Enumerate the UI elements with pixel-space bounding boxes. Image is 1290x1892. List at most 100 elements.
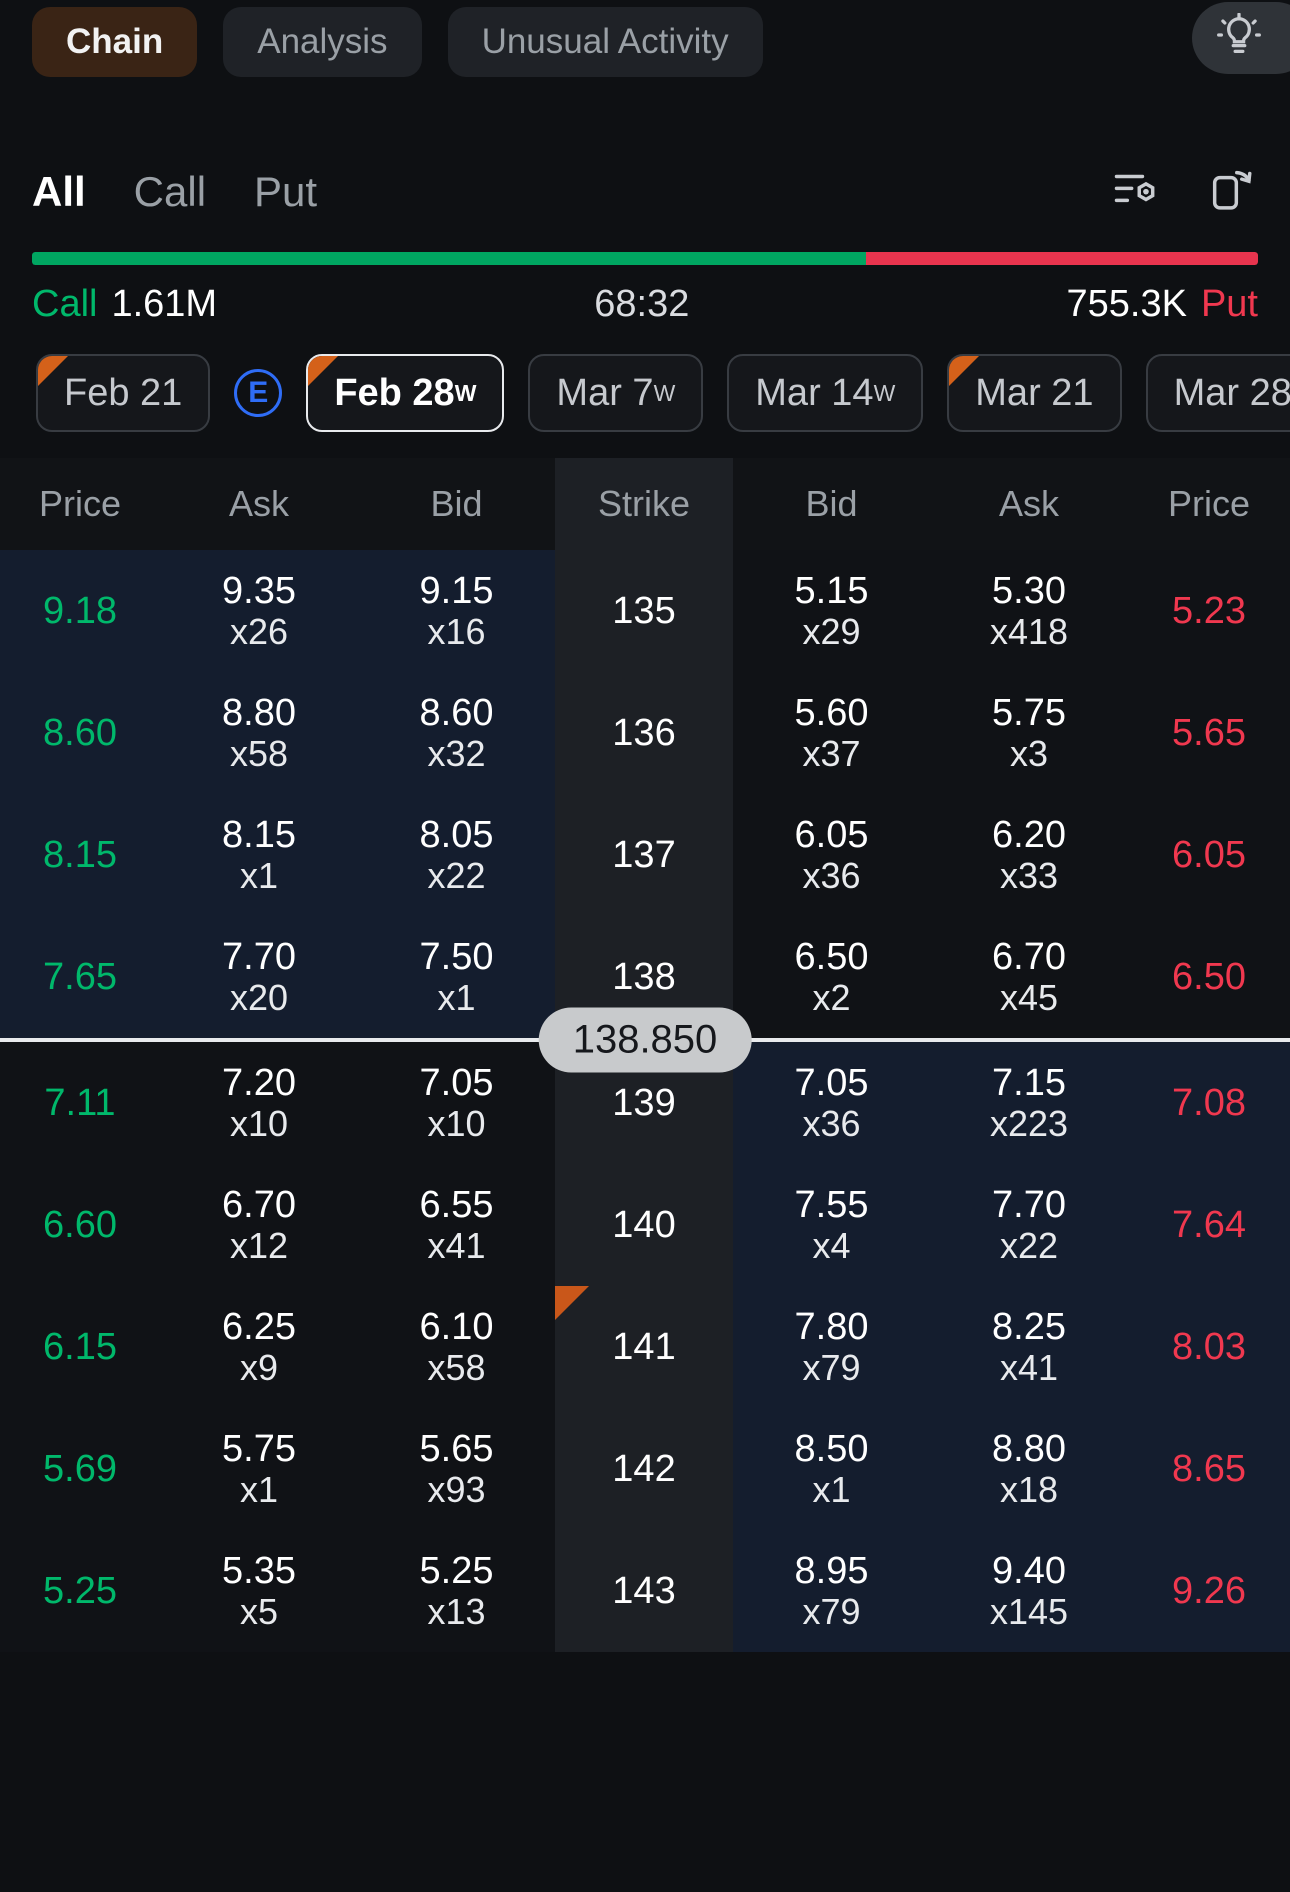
put-price[interactable]: 5.23 — [1128, 550, 1290, 672]
strike[interactable]: 136 — [555, 672, 733, 794]
strike[interactable]: 140 — [555, 1164, 733, 1286]
call-ask-value: 5.75 — [222, 1427, 296, 1470]
table-row[interactable]: 9.18 9.35 x26 9.15 x16 135 5.15 x29 5.30 x418 5.23 — [0, 550, 1290, 672]
call-price[interactable]: 9.18 — [0, 550, 160, 672]
expiry-chip-mar-28[interactable]: Mar 28W — [1145, 354, 1290, 432]
put-ask[interactable]: 7.15 x223 — [930, 1042, 1128, 1164]
strike[interactable]: 141 — [555, 1286, 733, 1408]
table-row[interactable]: 8.15 8.15 x1 8.05 x22 137 6.05 x36 6.20 x33 6.05 — [0, 794, 1290, 916]
put-bid[interactable]: 8.95 x79 — [733, 1530, 930, 1652]
call-ask[interactable]: 8.80 x58 — [160, 672, 358, 794]
top-tab-unusual-activity[interactable]: Unusual Activity — [447, 7, 763, 77]
filter-segment-call[interactable]: Call — [134, 168, 206, 216]
put-bid[interactable]: 7.55 x4 — [733, 1164, 930, 1286]
put-price[interactable]: 6.05 — [1128, 794, 1290, 916]
call-price[interactable]: 6.60 — [0, 1164, 160, 1286]
table-row[interactable]: 8.60 8.80 x58 8.60 x32 136 5.60 x37 5.75 x3 5.65 — [0, 672, 1290, 794]
strike[interactable]: 143 — [555, 1530, 733, 1652]
call-bid[interactable]: 7.50 x1 — [358, 916, 555, 1038]
call-price[interactable]: 5.25 — [0, 1530, 160, 1652]
expiry-chip-mar-21[interactable]: Mar 21 — [947, 354, 1122, 432]
call-ask[interactable]: 8.15 x1 — [160, 794, 358, 916]
put-ask[interactable]: 8.25 x41 — [930, 1286, 1128, 1408]
call-bid[interactable]: 7.05 x10 — [358, 1042, 555, 1164]
header-call-price[interactable]: Price — [0, 458, 160, 550]
put-ask[interactable]: 5.75 x3 — [930, 672, 1128, 794]
call-ask[interactable]: 7.70 x20 — [160, 916, 358, 1038]
call-bid[interactable]: 8.60 x32 — [358, 672, 555, 794]
put-bid[interactable]: 5.15 x29 — [733, 550, 930, 672]
put-price[interactable]: 5.65 — [1128, 672, 1290, 794]
call-bid[interactable]: 6.55 x41 — [358, 1164, 555, 1286]
call-price-value: 8.60 — [43, 711, 117, 754]
put-bid[interactable]: 5.60 x37 — [733, 672, 930, 794]
put-ask[interactable]: 8.80 x18 — [930, 1408, 1128, 1530]
call-ask[interactable]: 6.70 x12 — [160, 1164, 358, 1286]
earnings-badge-icon[interactable]: E — [234, 369, 283, 417]
put-ask[interactable]: 7.70 x22 — [930, 1164, 1128, 1286]
call-bid-size: x22 — [427, 855, 486, 897]
call-ask[interactable]: 5.75 x1 — [160, 1408, 358, 1530]
put-bid[interactable]: 6.50 x2 — [733, 916, 930, 1038]
put-bid[interactable]: 7.80 x79 — [733, 1286, 930, 1408]
table-row[interactable]: 6.15 6.25 x9 6.10 x58 141 7.80 x79 8.25 x41 8.03 — [0, 1286, 1290, 1408]
expiry-chip-feb-28[interactable]: Feb 28 W — [306, 354, 505, 432]
call-ask[interactable]: 7.20 x10 — [160, 1042, 358, 1164]
put-ask-size: x18 — [999, 1469, 1059, 1511]
strike[interactable]: 135 — [555, 550, 733, 672]
call-bid[interactable]: 6.10 x58 — [358, 1286, 555, 1408]
put-bid[interactable]: 8.50 x1 — [733, 1408, 930, 1530]
put-bid[interactable]: 7.05 x36 — [733, 1042, 930, 1164]
put-price[interactable]: 7.64 — [1128, 1164, 1290, 1286]
put-ask[interactable]: 9.40 x145 — [930, 1530, 1128, 1652]
call-bid[interactable]: 5.65 x93 — [358, 1408, 555, 1530]
call-price[interactable]: 5.69 — [0, 1408, 160, 1530]
filter-segment-put[interactable]: Put — [254, 168, 317, 216]
call-ask-size: x1 — [239, 1469, 279, 1511]
put-price[interactable]: 8.03 — [1128, 1286, 1290, 1408]
put-price[interactable]: 6.50 — [1128, 916, 1290, 1038]
rotate-screen-icon[interactable] — [1206, 164, 1258, 221]
put-bid-value: 7.55 — [794, 1183, 869, 1226]
call-bid[interactable]: 8.05 x22 — [358, 794, 555, 916]
put-ask-size: x418 — [989, 611, 1069, 653]
call-price[interactable]: 7.11 — [0, 1042, 160, 1164]
call-bid[interactable]: 5.25 x13 — [358, 1530, 555, 1652]
header-call-ask[interactable]: Ask — [160, 458, 358, 550]
header-put-ask[interactable]: Ask — [930, 458, 1128, 550]
header-call-bid[interactable]: Bid — [358, 458, 555, 550]
call-ask[interactable]: 9.35 x26 — [160, 550, 358, 672]
expiry-marker-icon — [308, 356, 339, 386]
call-ask-value: 6.25 — [222, 1305, 296, 1348]
expiry-chip-mar-7[interactable]: Mar 7W — [528, 354, 704, 432]
put-price[interactable]: 7.08 — [1128, 1042, 1290, 1164]
call-ask[interactable]: 5.35 x5 — [160, 1530, 358, 1652]
expiry-chip-mar-14[interactable]: Mar 14 W — [727, 354, 924, 432]
header-put-price[interactable]: Price — [1128, 458, 1290, 550]
call-price[interactable]: 8.60 — [0, 672, 160, 794]
expiry-chip-feb-21[interactable]: Feb 21 — [36, 354, 211, 432]
call-price[interactable]: 8.15 — [0, 794, 160, 916]
call-price[interactable]: 6.15 — [0, 1286, 160, 1408]
table-row[interactable]: 5.69 5.75 x1 5.65 x93 142 8.50 x1 8.80 x18 8.65 — [0, 1408, 1290, 1530]
put-price[interactable]: 9.26 — [1128, 1530, 1290, 1652]
put-bid[interactable]: 6.05 x36 — [733, 794, 930, 916]
table-row[interactable]: 6.60 6.70 x12 6.55 x41 140 7.55 x4 7.70 x22 7.64 — [0, 1164, 1290, 1286]
lightbulb-button[interactable] — [1192, 2, 1290, 74]
header-put-bid[interactable]: Bid — [733, 458, 930, 550]
list-settings-icon[interactable] — [1110, 164, 1162, 221]
put-ask[interactable]: 5.30 x418 — [930, 550, 1128, 672]
put-ask[interactable]: 6.70 x45 — [930, 916, 1128, 1038]
strike[interactable]: 137 — [555, 794, 733, 916]
call-bid[interactable]: 9.15 x16 — [358, 550, 555, 672]
put-ask[interactable]: 6.20 x33 — [930, 794, 1128, 916]
top-tab-analysis[interactable]: Analysis — [223, 7, 422, 77]
call-price[interactable]: 7.65 — [0, 916, 160, 1038]
call-ask[interactable]: 6.25 x9 — [160, 1286, 358, 1408]
top-tab-chain[interactable]: Chain — [32, 7, 198, 77]
filter-segment-all[interactable]: All — [32, 168, 86, 216]
strike[interactable]: 142 — [555, 1408, 733, 1530]
header-strike[interactable]: Strike — [555, 458, 733, 550]
table-row[interactable]: 5.25 5.35 x5 5.25 x13 143 8.95 x79 9.40 x145 9.26 — [0, 1530, 1290, 1652]
put-price[interactable]: 8.65 — [1128, 1408, 1290, 1530]
